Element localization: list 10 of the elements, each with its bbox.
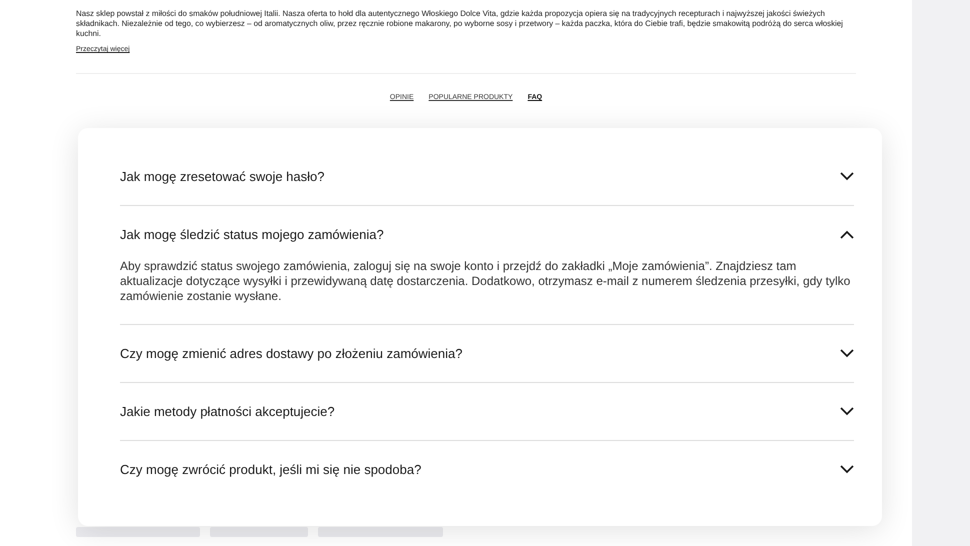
faq-answer: Aby sprawdzić status swojego zamówienia, zaloguj się na swoje konto i przejdź do zakładki „Moje zamówienia”. Znajdziesz tam aktualizacje dotyczące wysyłki i przewidywaną datę dostarczenia. Dodatkowo, otrzymasz e-mail z numerem śledzenia przesyłki, gdy tylko zamówienie zostanie wysłane. — [120, 259, 852, 304]
faq-question[interactable]: Czy mogę zwrócić produkt, jeśli mi się nie spodoba? — [120, 441, 854, 498]
chevron-down-icon — [840, 349, 854, 358]
chevron-down-icon — [840, 407, 854, 416]
faq-question[interactable]: Czy mogę zmienić adres dostawy po złożeniu zamówienia? — [120, 325, 854, 382]
chevron-up-icon — [840, 230, 854, 239]
chevron-down-icon — [840, 172, 854, 181]
faq-question[interactable]: Jakie metody płatności akceptujecie? — [120, 383, 854, 440]
faq-question[interactable]: Jak mogę zresetować swoje hasło? — [120, 148, 854, 205]
chevron-down-icon — [840, 465, 854, 474]
